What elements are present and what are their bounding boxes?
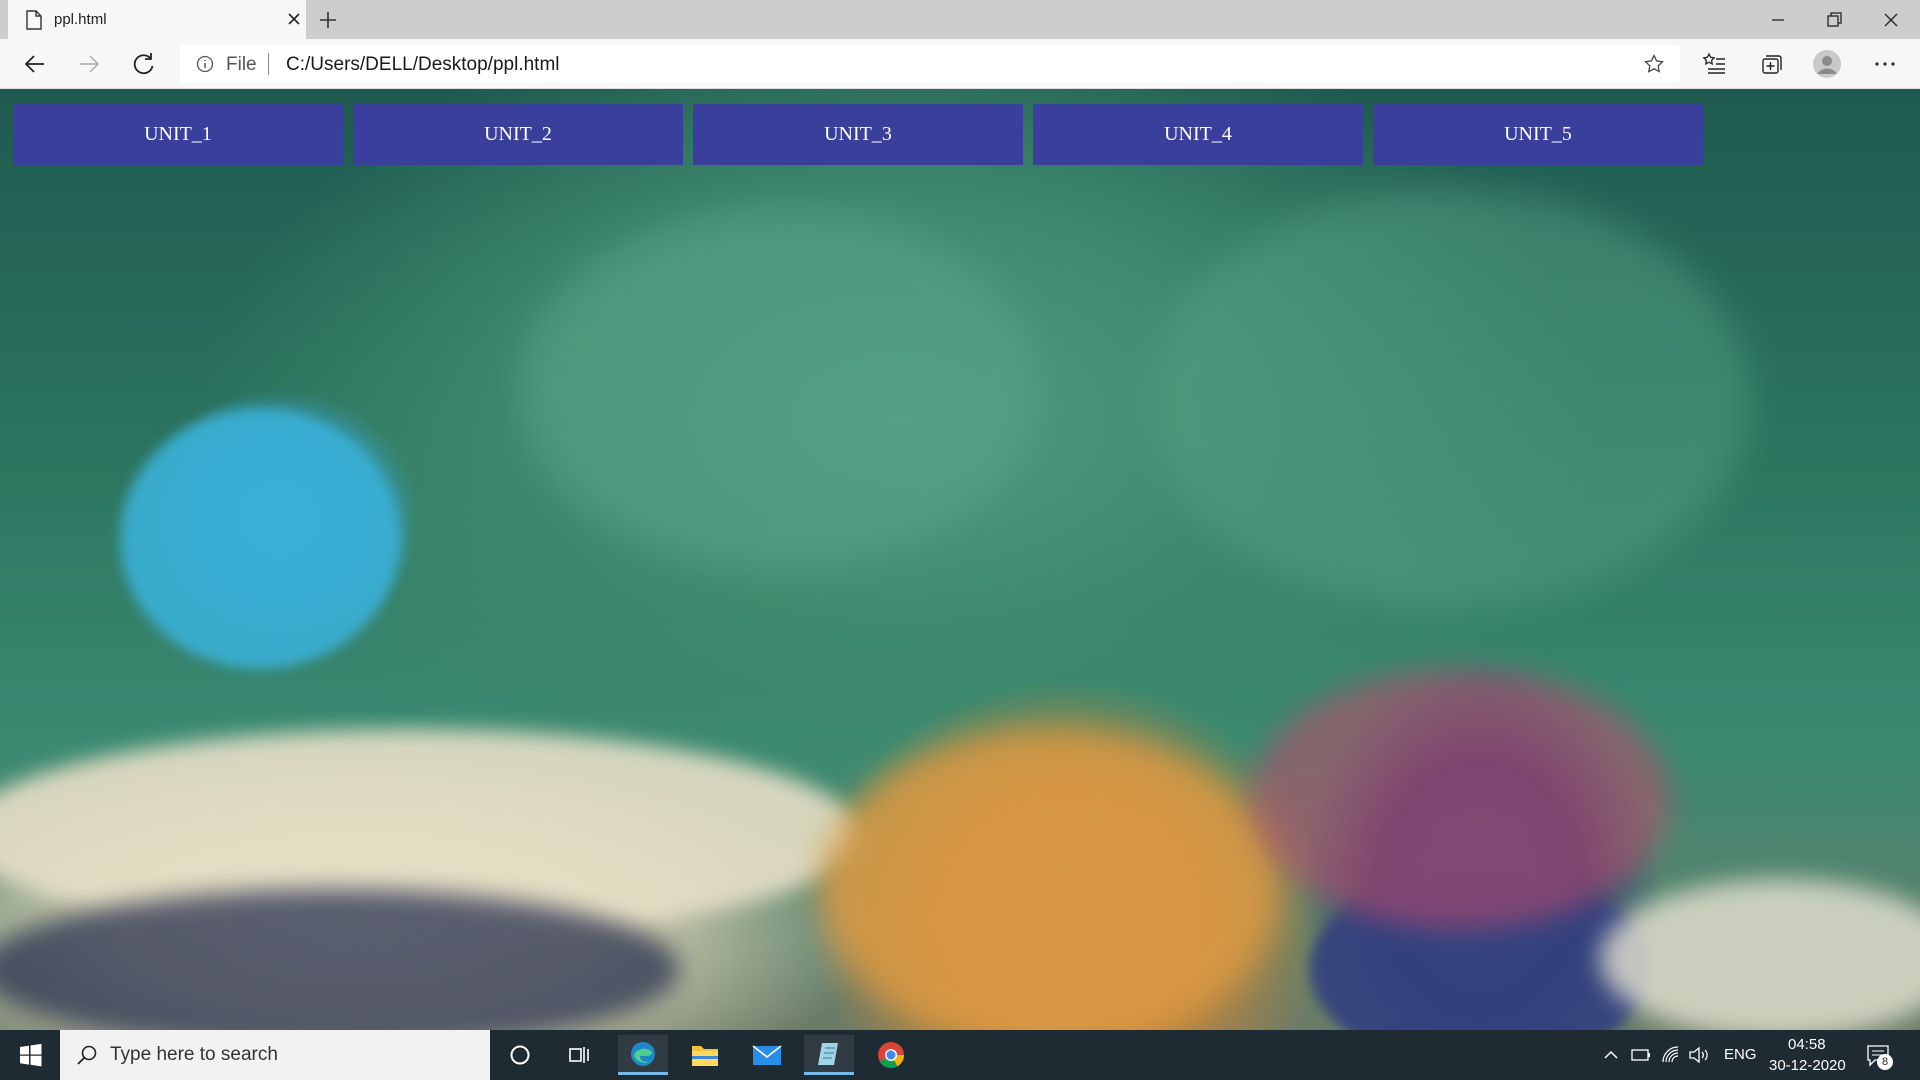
paper-stack-illustration	[1600, 879, 1920, 1030]
back-arrow-icon[interactable]	[22, 51, 48, 77]
page-viewport: UNIT_1 UNIT_2 UNIT_3 UNIT_4 UNIT_5	[0, 89, 1920, 1030]
cortana-icon[interactable]	[495, 1035, 545, 1075]
unit-1-button[interactable]: UNIT_1	[13, 104, 343, 165]
windows-start-icon[interactable]	[0, 1030, 60, 1080]
minimize-icon[interactable]	[1766, 8, 1790, 32]
browser-tab[interactable]: ppl.html	[8, 0, 306, 39]
clock-time[interactable]: 04:58	[1788, 1036, 1826, 1053]
wifi-icon[interactable]	[1661, 1045, 1681, 1065]
browser-toolbar: File C:/Users/DELL/Desktop/ppl.html	[0, 39, 1920, 89]
browser-tab-strip: ppl.html	[0, 0, 1920, 39]
unit-3-button[interactable]: UNIT_3	[693, 104, 1023, 165]
tab-title: ppl.html	[54, 11, 107, 28]
battery-icon[interactable]	[1631, 1046, 1651, 1064]
search-placeholder: Type here to search	[110, 1044, 278, 1065]
address-scheme-label: File	[226, 54, 257, 75]
task-view-icon[interactable]	[555, 1035, 605, 1075]
favorites-list-icon[interactable]	[1702, 51, 1728, 77]
close-window-icon[interactable]	[1879, 8, 1903, 32]
chalkboard-blur-right	[1150, 189, 1750, 609]
pencils-illustration	[1250, 669, 1670, 929]
close-tab-icon[interactable]	[284, 9, 304, 29]
file-explorer-icon[interactable]	[680, 1035, 730, 1075]
address-bar[interactable]: File C:/Users/DELL/Desktop/ppl.html	[180, 45, 1680, 83]
notification-count-badge: 8	[1877, 1054, 1893, 1070]
new-tab-icon[interactable]	[316, 8, 340, 32]
unit-5-button[interactable]: UNIT_5	[1373, 104, 1703, 165]
address-url[interactable]: C:/Users/DELL/Desktop/ppl.html	[286, 54, 560, 76]
favorite-star-icon[interactable]	[1644, 54, 1664, 74]
restore-icon[interactable]	[1822, 8, 1846, 32]
chalkboard-blur	[520, 209, 1040, 569]
unit-4-button[interactable]: UNIT_4	[1033, 104, 1363, 165]
forward-arrow-icon[interactable]	[76, 51, 102, 77]
search-icon	[77, 1045, 97, 1065]
edge-browser-icon[interactable]	[618, 1035, 668, 1075]
orange-chair-blur	[820, 729, 1280, 1030]
clock-date[interactable]: 30-12-2020	[1769, 1057, 1846, 1074]
notes-app-icon[interactable]	[804, 1035, 854, 1075]
unit-2-button[interactable]: UNIT_2	[353, 104, 683, 165]
profile-avatar-icon[interactable]	[1812, 49, 1842, 79]
volume-icon[interactable]	[1688, 1045, 1710, 1065]
more-options-icon[interactable]	[1872, 51, 1898, 77]
taskbar-search-box[interactable]: Type here to search	[60, 1030, 490, 1080]
chevron-up-icon[interactable]	[1603, 1047, 1619, 1063]
language-indicator[interactable]: ENG	[1724, 1046, 1757, 1063]
collections-icon[interactable]	[1758, 51, 1784, 77]
address-divider	[268, 53, 269, 75]
windows-taskbar: Type here to search ENG 04:58 30-12-2020…	[0, 1030, 1920, 1080]
chrome-icon[interactable]	[866, 1035, 916, 1075]
document-icon	[26, 10, 42, 30]
mail-icon[interactable]	[742, 1035, 792, 1075]
info-icon[interactable]	[196, 55, 214, 73]
unit-navigation: UNIT_1 UNIT_2 UNIT_3 UNIT_4 UNIT_5	[13, 104, 1703, 165]
refresh-icon[interactable]	[131, 51, 157, 77]
globe-illustration	[120, 409, 400, 669]
